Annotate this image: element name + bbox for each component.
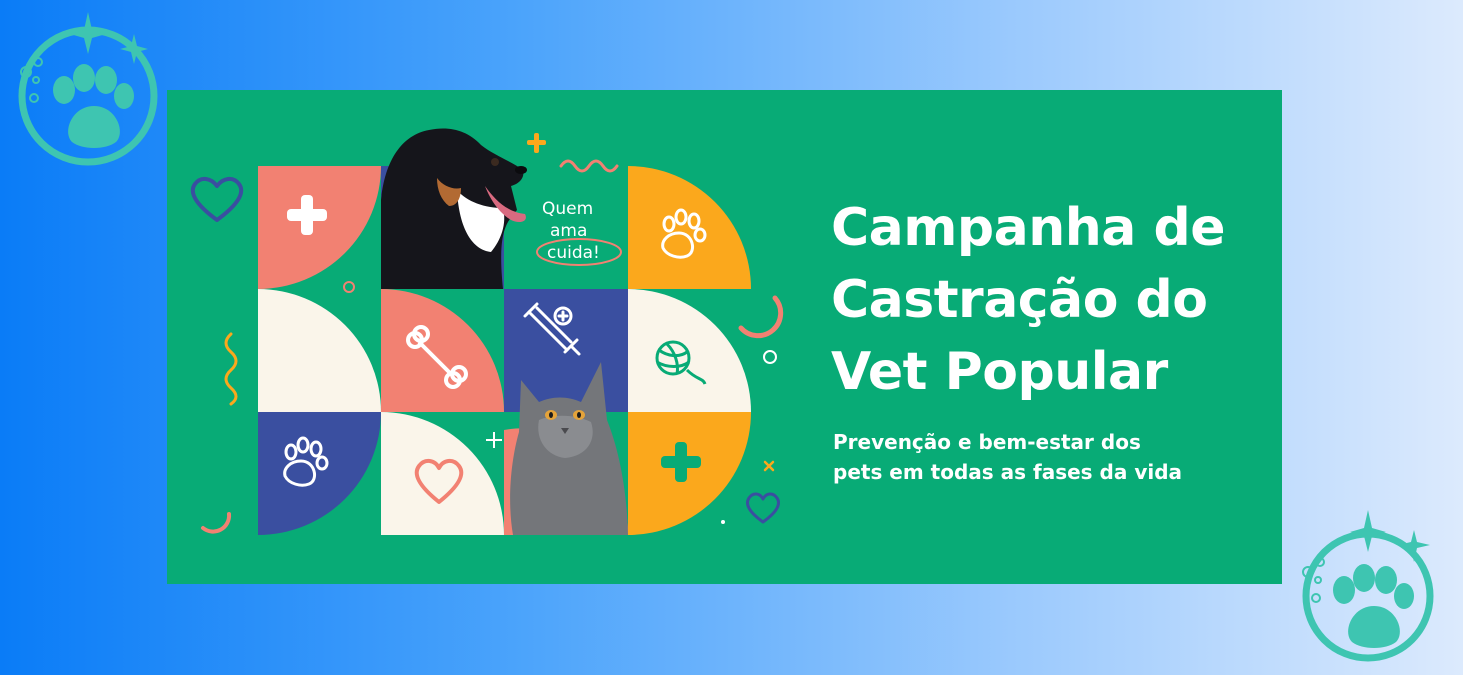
campaign-title: Campanha de Castração do Vet Popular <box>831 192 1271 408</box>
arc-decoration-icon <box>201 512 232 534</box>
squiggle-decoration-icon <box>224 332 238 406</box>
orange-quarter-tile <box>628 412 751 535</box>
paw-logo-icon <box>1302 510 1434 662</box>
heart-outline-icon <box>190 177 244 222</box>
campaign-banner: Quem ama cuida! Campanha de Castração do… <box>167 90 1282 584</box>
ring-decoration-icon <box>763 350 777 364</box>
subtitle-line-2: pets em todas as fases da vida <box>833 460 1183 484</box>
slogan-line-2: ama <box>550 221 587 241</box>
cross-decoration-icon <box>763 460 775 472</box>
heart-outline-icon <box>746 492 780 524</box>
dot-decoration-icon <box>721 520 725 524</box>
slogan: Quem ama cuida! <box>536 199 622 266</box>
squiggle-decoration-icon <box>559 159 619 173</box>
plus-decoration-icon <box>486 432 502 448</box>
title-line-1: Campanha de <box>831 198 1225 258</box>
plus-decoration-icon <box>527 133 546 153</box>
slogan-line-1: Quem <box>542 199 593 219</box>
banner-artwork: Quem ama cuida! <box>190 128 784 535</box>
campaign-subtitle: Prevenção e bem-estar dos pets em todas … <box>833 427 1253 487</box>
cream-quarter-tile <box>628 289 751 412</box>
slogan-line-3: cuida! <box>547 243 600 263</box>
navy-quarter-tile <box>258 412 381 535</box>
paw-logo-icon <box>18 12 158 166</box>
title-line-2: Castração do <box>831 270 1208 330</box>
ring-decoration-icon <box>343 281 355 293</box>
subtitle-line-1: Prevenção e bem-estar dos <box>833 430 1141 454</box>
coral-quarter-tile <box>258 166 381 289</box>
cream-quarter-tile <box>381 412 504 535</box>
orange-quarter-tile <box>628 166 751 289</box>
title-line-3: Vet Popular <box>831 342 1168 402</box>
dog-photo <box>381 128 527 289</box>
cream-quarter-tile <box>258 289 381 412</box>
coral-quarter-tile <box>381 289 504 412</box>
arc-decoration-icon <box>738 295 784 339</box>
